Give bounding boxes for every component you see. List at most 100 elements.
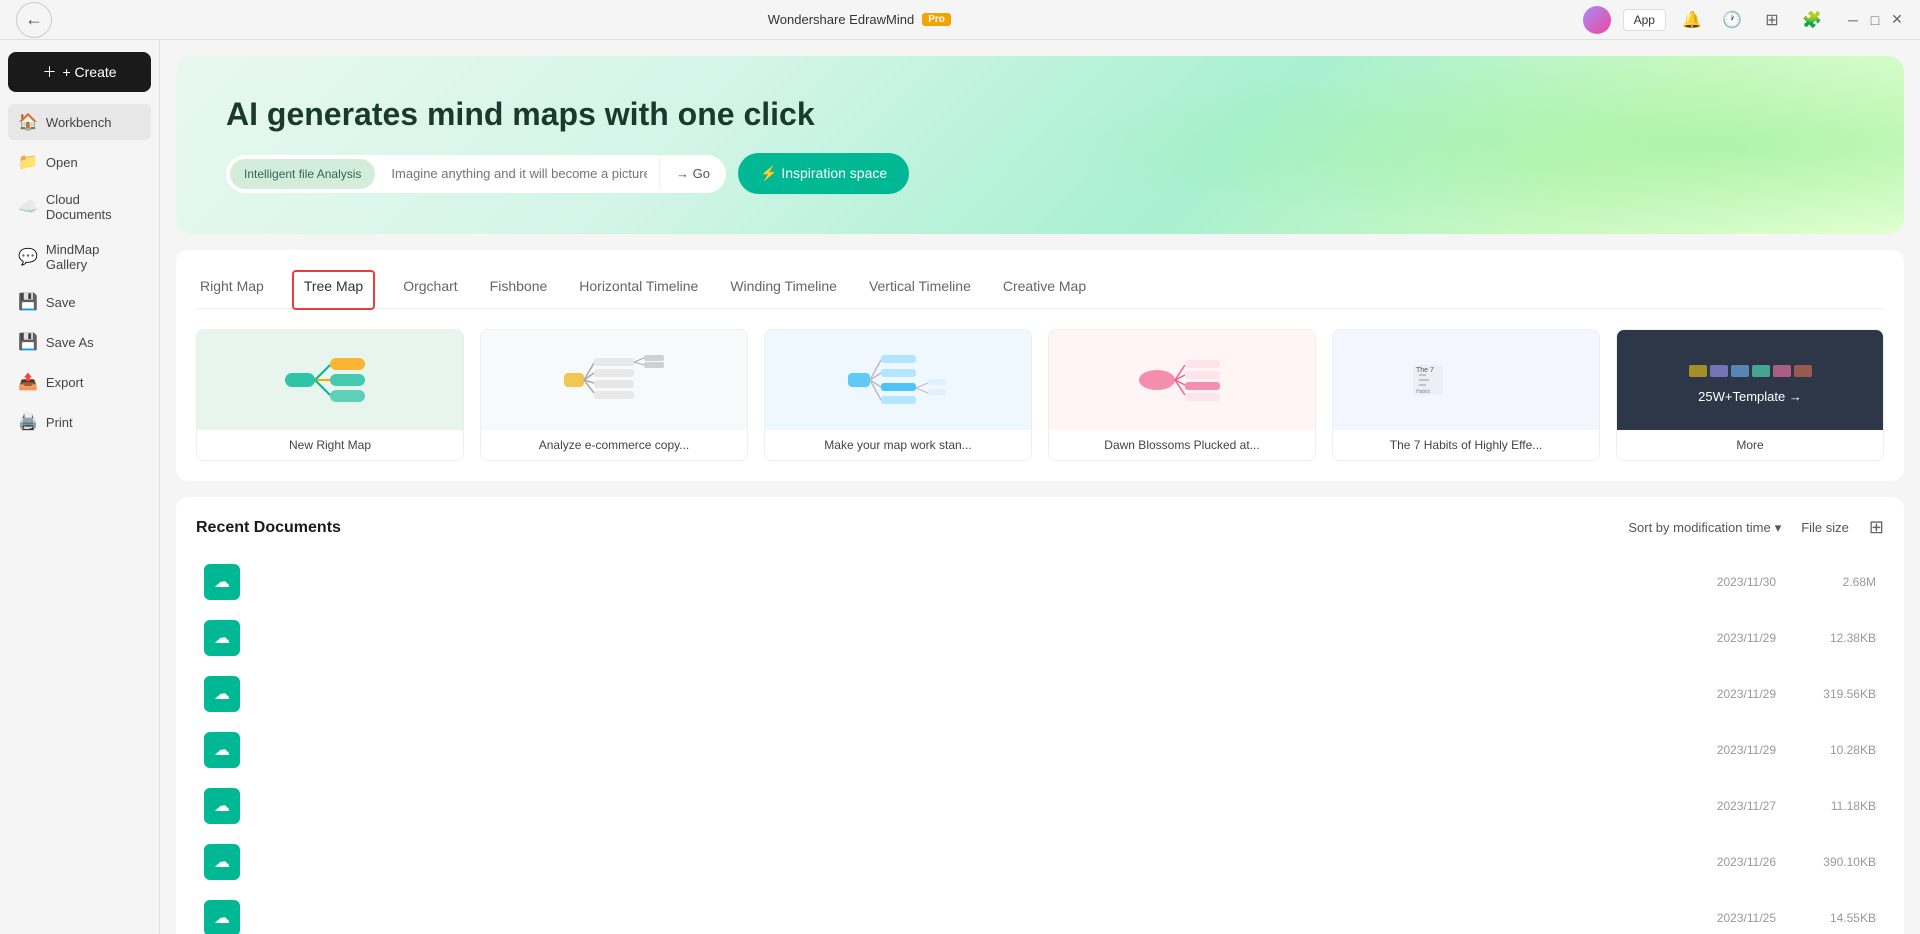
doc-row[interactable]: ☁ 2023/11/25 14.55KB — [196, 890, 1884, 934]
template-tabs: Right Map Tree Map Orgchart Fishbone Hor… — [196, 270, 1884, 309]
clock-icon[interactable]: 🕐 — [1718, 6, 1746, 34]
inspiration-button[interactable]: ⚡ Inspiration space — [738, 153, 909, 194]
card-img-dawnblossoms — [1049, 330, 1315, 430]
sidebar-item-save[interactable]: 💾 Save — [8, 284, 151, 320]
sidebar-item-workbench[interactable]: 🏠 Workbench — [8, 104, 151, 140]
card-label-ecommerce: Analyze e-commerce copy... — [481, 430, 747, 460]
recent-header: Recent Documents Sort by modification ti… — [196, 517, 1884, 538]
recent-title: Recent Documents — [196, 519, 341, 537]
sidebar-label-print: Print — [46, 415, 73, 430]
user-avatar[interactable] — [1583, 6, 1611, 34]
analysis-tag[interactable]: Intelligent file Analysis — [230, 159, 375, 189]
sidebar-item-saveas[interactable]: 💾 Save As — [8, 324, 151, 360]
create-label: + Create — [62, 64, 116, 80]
doc-size-0: 2.68M — [1776, 575, 1876, 589]
more-template-text: 25W+Template → — [1698, 389, 1802, 404]
card-ecommerce[interactable]: Analyze e-commerce copy... — [480, 329, 748, 461]
template-cards: New Right Map — [196, 329, 1884, 461]
maximize-button[interactable]: □ — [1868, 13, 1882, 27]
view-toggle[interactable]: ⊞ — [1869, 517, 1884, 538]
card-more[interactable]: 25W+Template → More — [1616, 329, 1884, 461]
doc-date-3: 2023/11/29 — [1656, 743, 1776, 757]
card-workmap[interactable]: Make your map work stan... — [764, 329, 1032, 461]
card-label-7habits: The 7 Habits of Highly Effe... — [1333, 430, 1599, 460]
gallery-icon: 💬 — [18, 247, 38, 267]
hero-input-row: Intelligent file Analysis → Go ⚡ Inspira… — [226, 153, 1854, 194]
more-card-content: 25W+Template → — [1617, 330, 1883, 430]
tab-wtimeline[interactable]: Winding Timeline — [726, 270, 841, 308]
sidebar-label-export: Export — [46, 375, 84, 390]
tab-creative[interactable]: Creative Map — [999, 270, 1090, 308]
workbench-icon: 🏠 — [18, 112, 38, 132]
sidebar-item-export[interactable]: 📤 Export — [8, 364, 151, 400]
saveas-icon: 💾 — [18, 332, 38, 352]
hero-banner: AI generates mind maps with one click In… — [176, 56, 1904, 234]
doc-date-6: 2023/11/25 — [1656, 911, 1776, 925]
pro-badge: Pro — [922, 13, 951, 26]
sidebar-item-gallery[interactable]: 💬 MindMap Gallery — [8, 234, 151, 280]
cloud-icon: ☁️ — [18, 197, 38, 217]
card-newrightmap[interactable]: New Right Map — [196, 329, 464, 461]
card-img-newrightmap — [197, 330, 463, 430]
doc-row[interactable]: ☁ 2023/11/29 10.28KB — [196, 722, 1884, 778]
sidebar: ＋ + Create 🏠 Workbench 📁 Open ☁️ Cloud D… — [0, 40, 160, 934]
hero-search-input[interactable] — [379, 158, 659, 189]
extensions-icon[interactable]: 🧩 — [1798, 6, 1826, 34]
doc-row[interactable]: ☁ 2023/11/29 12.38KB — [196, 610, 1884, 666]
card-7habits[interactable]: The 7 Habits The 7 Habits of Highly Effe… — [1332, 329, 1600, 461]
window-controls: ─ □ ✕ — [1846, 13, 1904, 27]
sidebar-item-cloud[interactable]: ☁️ Cloud Documents — [8, 184, 151, 230]
doc-icon-2: ☁ — [204, 676, 240, 712]
doc-row[interactable]: ☁ 2023/11/26 390.10KB — [196, 834, 1884, 890]
card-label-more: More — [1617, 430, 1883, 460]
back-button[interactable]: ← — [16, 2, 52, 38]
sort-label: Sort by modification time — [1628, 520, 1770, 535]
doc-size-1: 12.38KB — [1776, 631, 1876, 645]
doc-size-4: 11.18KB — [1776, 799, 1876, 813]
doc-icon-5: ☁ — [204, 844, 240, 880]
hero-title: AI generates mind maps with one click — [226, 96, 1854, 133]
go-button[interactable]: → Go — [659, 158, 726, 189]
sidebar-label-save: Save — [46, 295, 76, 310]
app-name: Wondershare EdrawMind — [768, 12, 914, 27]
sort-button[interactable]: Sort by modification time ▾ — [1628, 520, 1781, 536]
title-bar-right: App 🔔 🕐 ⊞ 🧩 ─ □ ✕ — [1583, 6, 1904, 34]
title-bar-center: Wondershare EdrawMind Pro — [768, 12, 951, 27]
doc-row[interactable]: ☁ 2023/11/30 2.68M — [196, 554, 1884, 610]
card-img-workmap — [765, 330, 1031, 430]
title-bar: ← Wondershare EdrawMind Pro App 🔔 🕐 ⊞ 🧩 … — [0, 0, 1920, 40]
tab-vtimeline[interactable]: Vertical Timeline — [865, 270, 975, 308]
minimize-button[interactable]: ─ — [1846, 13, 1860, 27]
doc-row[interactable]: ☁ 2023/11/29 319.56KB — [196, 666, 1884, 722]
card-label-workmap: Make your map work stan... — [765, 430, 1031, 460]
sidebar-label-gallery: MindMap Gallery — [46, 242, 141, 272]
sidebar-item-open[interactable]: 📁 Open — [8, 144, 151, 180]
doc-size-3: 10.28KB — [1776, 743, 1876, 757]
doc-row[interactable]: ☁ 2023/11/27 11.18KB — [196, 778, 1884, 834]
card-dawnblossoms[interactable]: Dawn Blossoms Plucked at... — [1048, 329, 1316, 461]
close-button[interactable]: ✕ — [1890, 13, 1904, 27]
doc-size-2: 319.56KB — [1776, 687, 1876, 701]
file-size-label: File size — [1801, 520, 1849, 535]
sort-chevron-icon: ▾ — [1775, 520, 1782, 536]
doc-icon-3: ☁ — [204, 732, 240, 768]
app-button[interactable]: App — [1623, 9, 1666, 31]
tab-rightmap[interactable]: Right Map — [196, 270, 268, 308]
tab-fishbone[interactable]: Fishbone — [486, 270, 552, 308]
tab-orgchart[interactable]: Orgchart — [399, 270, 461, 308]
export-icon: 📤 — [18, 372, 38, 392]
svg-text:The 7: The 7 — [1416, 367, 1434, 374]
tab-htimeline[interactable]: Horizontal Timeline — [575, 270, 702, 308]
doc-date-2: 2023/11/29 — [1656, 687, 1776, 701]
sidebar-item-print[interactable]: 🖨️ Print — [8, 404, 151, 440]
grid-icon[interactable]: ⊞ — [1758, 6, 1786, 34]
doc-size-6: 14.55KB — [1776, 911, 1876, 925]
card-label-dawnblossoms: Dawn Blossoms Plucked at... — [1049, 430, 1315, 460]
create-button[interactable]: ＋ + Create — [8, 52, 151, 92]
doc-icon-1: ☁ — [204, 620, 240, 656]
sidebar-label-cloud: Cloud Documents — [46, 192, 141, 222]
notification-icon[interactable]: 🔔 — [1678, 6, 1706, 34]
card-img-ecommerce — [481, 330, 747, 430]
doc-size-5: 390.10KB — [1776, 855, 1876, 869]
tab-treemap[interactable]: Tree Map — [292, 270, 375, 310]
